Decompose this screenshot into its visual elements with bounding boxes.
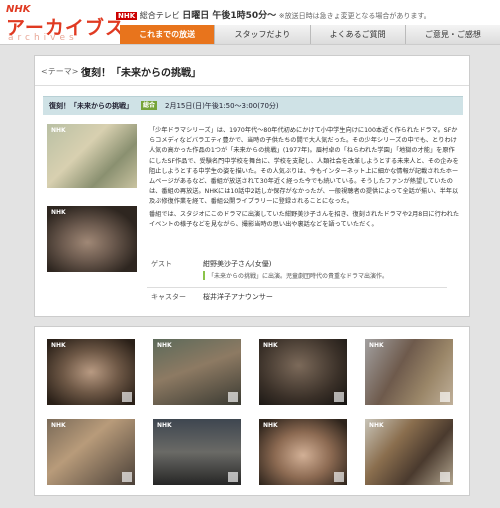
guest-row: ゲスト 紺野美沙子さん(女優) 「未来からの挑戦」に出演。児童劇団時代の貴重なド… [147,259,447,288]
play-icon [228,392,238,402]
nhk-watermark: NHK [157,422,172,429]
gallery-thumbnail[interactable]: NHK [153,419,241,485]
divider [35,85,469,86]
nhk-watermark: NHK [51,422,66,429]
nhk-badge: NHK [116,12,138,20]
photo-gallery: NHK NHK NHK NHK NHK NHK NHK NHK [34,326,470,496]
page: NHK アーカイブス archives NHK 総合テレビ 日曜日 午後1時50… [0,0,500,508]
program-panel: <テーマ> 復刻！「未来からの挑戦」 復刻！「未来からの挑戦」 総合 2月15日… [34,55,470,317]
play-icon [122,392,132,402]
tab-feedback[interactable]: ご意見・ご感想 [404,25,500,44]
tab-faq[interactable]: よくあるご質問 [309,25,405,44]
program-photo-boy: NHK [47,206,137,272]
site-header: NHK アーカイブス archives NHK 総合テレビ 日曜日 午後1時50… [0,0,500,45]
channel-badge: 総合 [141,101,158,110]
gallery-thumbnail[interactable]: NHK [47,339,135,405]
guest-value: 紺野美沙子さん(女優) [203,260,272,268]
theme-title: 復刻！「未来からの挑戦」 [81,68,201,79]
broadcast-channel: 総合テレビ [139,11,180,20]
play-icon [334,392,344,402]
nhk-watermark: NHK [51,209,66,216]
tab-staff-news[interactable]: スタッフだより [214,25,310,44]
play-icon [440,472,450,482]
nhk-watermark: NHK [263,422,278,429]
tab-past-broadcasts[interactable]: これまでの放送 [120,25,215,44]
nhk-watermark: NHK [157,342,172,349]
description-paragraph: 「少年ドラマシリーズ」は、1970年代〜80年代初めにかけて小中学生向けに100… [149,127,459,206]
gallery-thumbnail[interactable]: NHK [259,339,347,405]
nhk-watermark: NHK [51,127,66,134]
caster-value: 桜井洋子アナウンサー [203,293,273,301]
gallery-thumbnail[interactable]: NHK [365,419,453,485]
nhk-watermark: NHK [51,342,66,349]
guest-note: 「未来からの挑戦」に出演。児童劇団時代の貴重なドラマ出演作。 [203,271,388,280]
description-paragraph: 番組では、スタジオにこのドラマに出演していた紺野美沙子さんを招き、復刻されたドラ… [149,210,460,228]
play-icon [440,392,450,402]
play-icon [122,472,132,482]
nhk-watermark: NHK [369,342,384,349]
nhk-watermark: NHK [263,342,278,349]
gallery-thumbnail[interactable]: NHK [47,419,135,485]
program-subheader: 復刻！「未来からの挑戦」 総合 2月15日(日)午後1:50〜3:00(70分) [43,96,463,115]
broadcast-time: 日曜日 午後1時50分〜 [182,11,277,21]
gallery-thumbnail[interactable]: NHK [153,339,241,405]
theme-label: <テーマ> [41,67,79,76]
nhk-archives-logo[interactable]: NHK アーカイブス archives [6,4,124,44]
caster-row: キャスター 桜井洋子アナウンサー [147,292,447,306]
caster-label: キャスター [151,293,186,301]
program-title: 復刻！「未来からの挑戦」 [49,102,133,110]
gallery-thumbnail[interactable]: NHK [365,339,453,405]
play-icon [228,472,238,482]
logo-sub-text: archives [8,33,78,43]
nhk-watermark: NHK [369,422,384,429]
gallery-thumbnail[interactable]: NHK [259,419,347,485]
broadcast-info: NHK 総合テレビ 日曜日 午後1時50分〜 ※放送日時は急きょ変更となる場合が… [116,8,431,21]
program-photo-studio: NHK [47,124,137,188]
air-time: 2月15日(日)午後1:50〜3:00(70分) [165,102,279,110]
program-description: 「少年ドラマシリーズ」は、1970年代〜80年代初めにかけて小中学生向けに100… [149,126,459,232]
main-nav: これまでの放送 スタッフだより よくあるご質問 ご意見・ご感想 [120,25,500,44]
broadcast-note: ※放送日時は急きょ変更となる場合があります。 [278,12,431,20]
guest-label: ゲスト [151,260,172,268]
play-icon [334,472,344,482]
